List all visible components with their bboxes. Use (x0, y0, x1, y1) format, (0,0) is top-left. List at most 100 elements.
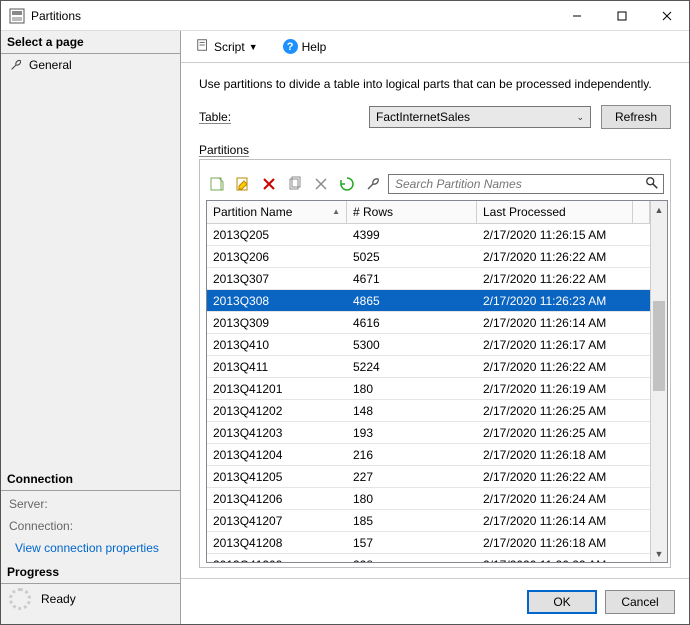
close-button[interactable] (644, 1, 689, 30)
cell-rows: 5300 (347, 338, 477, 352)
table-value: FactInternetSales (376, 110, 470, 124)
cell-name: 2013Q41209 (207, 558, 347, 563)
sidebar-item-general[interactable]: General (1, 54, 180, 76)
refresh-button[interactable]: Refresh (601, 105, 671, 129)
spinner-icon (9, 588, 31, 610)
cell-rows: 193 (347, 426, 477, 440)
select-page-header: Select a page (1, 31, 180, 54)
table-row[interactable]: 2013Q41152242/17/2020 11:26:22 AM (207, 356, 650, 378)
progress-status-label: Ready (41, 592, 76, 606)
cell-last: 2/17/2020 11:26:25 AM (477, 404, 650, 418)
titlebar: Partitions (1, 1, 689, 31)
cell-name: 2013Q41202 (207, 404, 347, 418)
column-header-rows[interactable]: # Rows (347, 201, 477, 223)
table-label: Table: (199, 110, 359, 124)
cell-last: 2/17/2020 11:26:15 AM (477, 228, 650, 242)
help-button[interactable]: ? Help (283, 39, 327, 54)
table-row[interactable]: 2013Q30746712/17/2020 11:26:22 AM (207, 268, 650, 290)
table-combobox[interactable]: FactInternetSales ⌄ (369, 106, 591, 128)
view-connection-properties-link[interactable]: View connection properties (1, 535, 180, 561)
partitions-fieldset: Partition Name # Rows Last Processed 201… (199, 159, 671, 568)
cell-name: 2013Q307 (207, 272, 347, 286)
properties-button[interactable] (362, 174, 384, 194)
ok-button[interactable]: OK (527, 590, 597, 614)
column-header-name[interactable]: Partition Name (207, 201, 347, 223)
cell-name: 2013Q41203 (207, 426, 347, 440)
help-label: Help (302, 40, 327, 54)
progress-status: Ready (1, 584, 180, 614)
vertical-scrollbar[interactable]: ▲ ▼ (650, 201, 667, 562)
cell-rows: 4616 (347, 316, 477, 330)
script-label: Script (214, 40, 245, 54)
minimize-button[interactable] (554, 1, 599, 30)
scroll-thumb[interactable] (653, 301, 665, 391)
cell-name: 2013Q41208 (207, 536, 347, 550)
cancel-button[interactable]: Cancel (605, 590, 675, 614)
cell-rows: 180 (347, 382, 477, 396)
app-icon (9, 8, 25, 24)
cell-rows: 228 (347, 558, 477, 563)
new-partition-button[interactable] (206, 174, 228, 194)
table-row[interactable]: 2013Q30946162/17/2020 11:26:14 AM (207, 312, 650, 334)
dialog-footer: OK Cancel (181, 578, 689, 624)
window-title: Partitions (31, 9, 554, 23)
cell-last: 2/17/2020 11:26:14 AM (477, 514, 650, 528)
cell-name: 2013Q41205 (207, 470, 347, 484)
cell-name: 2013Q411 (207, 360, 347, 374)
cell-rows: 5025 (347, 250, 477, 264)
table-row[interactable]: 2013Q30848652/17/2020 11:26:23 AM (207, 290, 650, 312)
scroll-up-button[interactable]: ▲ (651, 201, 667, 218)
cell-last: 2/17/2020 11:26:17 AM (477, 338, 650, 352)
delete-partition-button[interactable] (258, 174, 280, 194)
cell-rows: 148 (347, 404, 477, 418)
chevron-down-icon: ▼ (249, 42, 258, 52)
chevron-down-icon: ⌄ (576, 112, 584, 123)
cell-name: 2013Q41206 (207, 492, 347, 506)
progress-header: Progress (1, 561, 180, 584)
script-icon (196, 38, 210, 55)
sidebar: Select a page General Connection Server:… (1, 31, 181, 624)
maximize-button[interactable] (599, 1, 644, 30)
table-row[interactable]: 2013Q41053002/17/2020 11:26:17 AM (207, 334, 650, 356)
cell-last: 2/17/2020 11:26:14 AM (477, 316, 650, 330)
table-row[interactable]: 2013Q412031932/17/2020 11:26:25 AM (207, 422, 650, 444)
table-row[interactable]: 2013Q412071852/17/2020 11:26:14 AM (207, 510, 650, 532)
table-row[interactable]: 2013Q412092282/17/2020 11:26:22 AM (207, 554, 650, 562)
toolbar: Script ▼ ? Help (181, 31, 689, 63)
cell-last: 2/17/2020 11:26:24 AM (477, 492, 650, 506)
connection-label: Connection: (1, 513, 180, 535)
cell-last: 2/17/2020 11:26:18 AM (477, 536, 650, 550)
help-icon: ? (283, 39, 298, 54)
cell-name: 2013Q309 (207, 316, 347, 330)
cell-last: 2/17/2020 11:26:22 AM (477, 470, 650, 484)
copy-partition-button[interactable] (284, 174, 306, 194)
cell-last: 2/17/2020 11:26:23 AM (477, 294, 650, 308)
table-row[interactable]: 2013Q20543992/17/2020 11:26:15 AM (207, 224, 650, 246)
cell-name: 2013Q41204 (207, 448, 347, 462)
cell-rows: 227 (347, 470, 477, 484)
table-row[interactable]: 2013Q412061802/17/2020 11:26:24 AM (207, 488, 650, 510)
search-field[interactable] (388, 174, 664, 194)
cell-rows: 216 (347, 448, 477, 462)
cell-last: 2/17/2020 11:26:22 AM (477, 272, 650, 286)
cell-name: 2013Q205 (207, 228, 347, 242)
cell-last: 2/17/2020 11:26:22 AM (477, 250, 650, 264)
table-row[interactable]: 2013Q412081572/17/2020 11:26:18 AM (207, 532, 650, 554)
scroll-down-button[interactable]: ▼ (651, 545, 667, 562)
search-input[interactable] (393, 176, 645, 192)
merge-partition-button[interactable] (310, 174, 332, 194)
table-row[interactable]: 2013Q412042162/17/2020 11:26:18 AM (207, 444, 650, 466)
table-row[interactable]: 2013Q412021482/17/2020 11:26:25 AM (207, 400, 650, 422)
edit-partition-button[interactable] (232, 174, 254, 194)
table-row[interactable]: 2013Q412011802/17/2020 11:26:19 AM (207, 378, 650, 400)
script-dropdown[interactable]: Script ▼ (191, 35, 263, 58)
cell-name: 2013Q410 (207, 338, 347, 352)
table-row[interactable]: 2013Q412052272/17/2020 11:26:22 AM (207, 466, 650, 488)
cell-last: 2/17/2020 11:26:22 AM (477, 558, 650, 563)
column-header-last[interactable]: Last Processed (477, 201, 633, 223)
cell-rows: 4399 (347, 228, 477, 242)
sidebar-item-label: General (29, 58, 72, 72)
process-partition-button[interactable] (336, 174, 358, 194)
table-row[interactable]: 2013Q20650252/17/2020 11:26:22 AM (207, 246, 650, 268)
wrench-icon (9, 58, 23, 72)
